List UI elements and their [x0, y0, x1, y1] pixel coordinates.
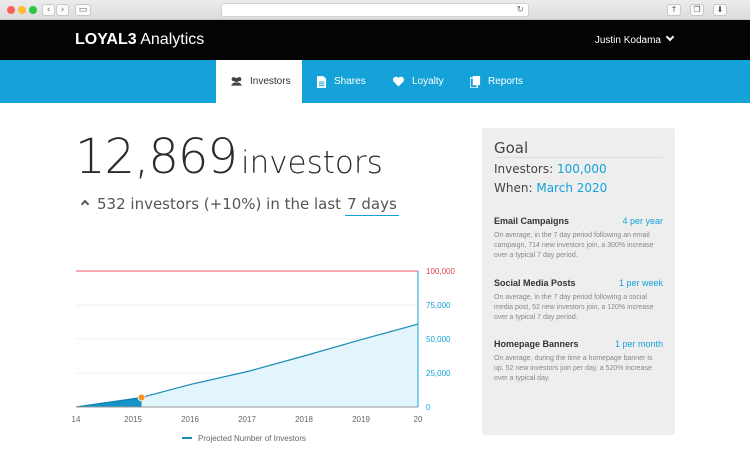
investor-count-heading: 12,869 investors: [75, 129, 383, 185]
reload-icon[interactable]: ↻: [516, 4, 524, 16]
heart-icon: [392, 76, 405, 87]
tab-shares-label: Shares: [334, 76, 366, 87]
y-tick-label: 25,000: [426, 369, 451, 378]
tab-bar: Investors Shares Loyalty Reports: [0, 60, 750, 103]
x-tick-label: 2015: [124, 415, 142, 424]
minimize-window-button[interactable]: [18, 6, 26, 14]
maximize-window-button[interactable]: [29, 6, 37, 14]
chevron-right-icon[interactable]: ›: [56, 4, 69, 16]
x-tick-label: 20: [414, 415, 423, 424]
user-name: Justin Kodama: [594, 35, 661, 46]
y-tick-label: 100,000: [426, 267, 455, 276]
x-tick-label: 2017: [238, 415, 256, 424]
share-icon[interactable]: ↑: [667, 4, 681, 16]
tab-loyalty[interactable]: Loyalty: [392, 60, 444, 103]
close-window-button[interactable]: [7, 6, 15, 14]
campaign-description: On average, in the 7 day period followin…: [494, 232, 654, 259]
goal-investors: Investors: 100,000: [494, 162, 607, 176]
campaign-frequency[interactable]: 4 per year: [622, 216, 663, 226]
campaign-frequency[interactable]: 1 per month: [615, 339, 663, 349]
campaign-social: Social Media Posts 1 per week On average…: [494, 278, 663, 323]
tab-reports[interactable]: Reports: [470, 60, 523, 103]
campaign-frequency[interactable]: 1 per week: [619, 278, 663, 288]
browser-toolbar: ‹ › ▭ ↻ ↑ ❐ ⬇: [0, 0, 750, 20]
tab-investors[interactable]: Investors: [216, 60, 302, 103]
goal-panel: Goal Investors: 100,000 When: March 2020…: [482, 128, 675, 435]
legend-label: Projected Number of Investors: [198, 434, 306, 443]
address-bar[interactable]: ↻: [221, 3, 529, 17]
goal-title: Goal: [494, 139, 529, 157]
delta-text: 532 investors (+10%) in the last: [97, 195, 342, 213]
tab-reports-label: Reports: [488, 76, 524, 87]
goal-divider: [494, 157, 663, 158]
chevron-up-icon: [80, 199, 90, 209]
sidebar-icon[interactable]: ▭: [75, 4, 91, 16]
reports-icon: [470, 75, 481, 88]
main-content: 12,869 investors 532 investors (+10%) in …: [0, 103, 750, 455]
tabs-icon[interactable]: ❐: [690, 4, 704, 16]
goal-when: When: March 2020: [494, 181, 608, 195]
x-tick-label: 2019: [352, 415, 370, 424]
investor-count: 12,869: [75, 129, 238, 185]
app-logo[interactable]: LOYAL3 Analytics: [75, 31, 204, 49]
x-tick-label: 14: [72, 415, 81, 424]
period-selector[interactable]: 7 days: [345, 195, 399, 216]
current-marker: [137, 393, 146, 402]
x-tick-label: 2018: [295, 415, 313, 424]
y-tick-label: 0: [426, 403, 431, 412]
investor-projection-chart: 0 25,000 50,000 75,000 100,000 14 2015 2016 2017…: [72, 267, 456, 443]
investor-count-unit: investors: [240, 145, 383, 181]
goal-when-value[interactable]: March 2020: [536, 181, 607, 195]
chevron-down-icon: [665, 32, 675, 42]
chevron-left-icon[interactable]: ‹: [42, 4, 55, 16]
x-tick-label: 2016: [181, 415, 199, 424]
investor-delta: 532 investors (+10%) in the last 7 days: [80, 195, 399, 216]
tab-investors-label: Investors: [250, 76, 291, 87]
y-tick-label: 50,000: [426, 335, 451, 344]
app-header: LOYAL3 Analytics Justin Kodama: [0, 20, 750, 60]
users-icon: [230, 77, 243, 86]
y-tick-label: 75,000: [426, 301, 451, 310]
tab-shares[interactable]: Shares: [317, 60, 366, 103]
tab-loyalty-label: Loyalty: [412, 76, 444, 87]
campaign-banner: Homepage Banners 1 per month On average,…: [494, 339, 663, 384]
user-menu[interactable]: Justin Kodama: [594, 32, 675, 46]
goal-investors-value[interactable]: 100,000: [557, 162, 607, 176]
campaign-description: On average, in the 7 day period followin…: [494, 294, 654, 321]
download-icon[interactable]: ⬇: [713, 4, 727, 16]
document-icon: [317, 75, 327, 88]
campaign-description: On average, during the time a homepage b…: [494, 355, 653, 382]
projected-area: [141, 324, 419, 407]
campaign-email: Email Campaigns 4 per year On average, i…: [494, 216, 663, 261]
